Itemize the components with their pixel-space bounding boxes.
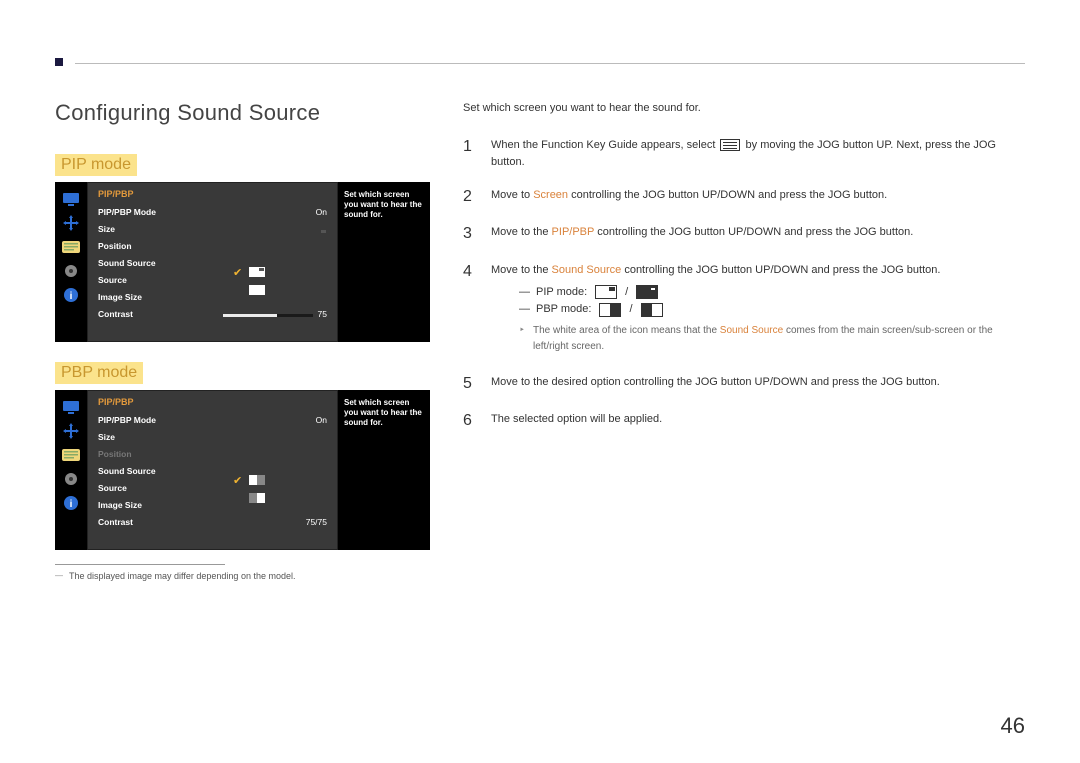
info-icon: i [61,286,81,304]
contrast-slider [223,314,313,317]
step-4: Move to the Sound Source controlling the… [491,259,1025,359]
pbp-left-icon [599,303,621,317]
step-1a: When the Function Key Guide appears, sel… [491,139,718,151]
osd-desc: Set which screen you want to hear the so… [338,390,430,550]
osd-row-imgsize: Image Size [98,292,142,302]
step-number: 2 [463,184,477,210]
monitor-icon [61,190,81,208]
info-icon: i [61,494,81,512]
page-number: 46 [1001,713,1025,739]
osd-desc: Set which screen you want to hear the so… [338,182,430,342]
pbp-right-icon [641,303,663,317]
move-icon [61,422,81,440]
step-number: 4 [463,259,477,285]
menu-icon [720,139,740,151]
note-a: The white area of the icon means that th… [533,325,720,336]
osd-row-sound: Sound Source [98,258,156,268]
pbp-mode-heading: PBP mode [55,362,143,384]
pip-mode-heading: PIP mode [55,154,137,176]
osd-row-source: Source [98,483,127,493]
pbp-mode-line: ― PBP mode: / [519,301,1025,319]
monitor-icon [61,398,81,416]
sound-right-icon [249,493,265,503]
check-icon: ✔ [233,474,243,487]
step-3a: Move to the [491,226,552,238]
pip-mode-line: ― PIP mode: / [519,284,1025,302]
step-number: 1 [463,134,477,160]
step-3b: controlling the JOG button UP/DOWN and p… [594,226,913,238]
osd-sidebar-icons: i [55,390,87,550]
contrast-value: 75/75 [306,517,327,527]
svg-text:i: i [70,499,73,510]
footnote-rule [55,564,225,565]
slash: / [625,284,628,302]
osd-row-position: Position [98,449,132,459]
contrast-value: 75 [318,309,327,319]
sound-options: ✔ ✔ [233,265,265,297]
note-soundsource: Sound Source [720,325,783,336]
check-icon: ✔ [233,266,243,279]
osd-row-position: Position [98,241,132,251]
osd-row-mode: PIP/PBP Mode [98,207,156,217]
sound-sub-icon [249,285,265,295]
step-6: The selected option will be applied. [491,408,1025,429]
osd-title: PIP/PBP [98,189,327,199]
footnote: The displayed image may differ depending… [55,571,435,581]
osd-row-imgsize: Image Size [98,500,142,510]
osd-row-sound: Sound Source [98,466,156,476]
header-accent [55,58,63,66]
osd-row-contrast: Contrast [98,517,133,527]
step-4b: controlling the JOG button UP/DOWN and p… [621,264,940,276]
step-1: When the Function Key Guide appears, sel… [491,134,1025,172]
svg-text:i: i [70,291,73,302]
osd-row-contrast: Contrast [98,309,133,319]
step-number: 5 [463,371,477,397]
gear-icon [61,262,81,280]
pippbp-keyword: PIP/PBP [552,226,595,238]
pip-sub-icon [636,285,658,299]
pip-main-icon [595,285,617,299]
soundsource-keyword: Sound Source [552,264,622,276]
osd-sidebar-icons: i [55,182,87,342]
step-5: Move to the desired option controlling t… [491,371,1025,392]
screen-keyword: Screen [533,189,568,201]
header-rule [75,63,1025,64]
slash: / [629,301,632,319]
note: The white area of the icon means that th… [519,323,1025,355]
bullet: ― [519,301,530,319]
list-icon [61,446,81,464]
osd-title: PIP/PBP [98,397,327,407]
intro-text: Set which screen you want to hear the so… [463,100,1025,118]
gear-icon [61,470,81,488]
bullet: ― [519,284,530,302]
pbp-mode-label: PBP mode: [536,301,591,319]
list-icon [61,238,81,256]
osd-row-mode-val: On [316,415,327,425]
sound-main-icon [249,267,265,277]
step-number: 3 [463,221,477,247]
move-icon [61,214,81,232]
osd-row-mode: PIP/PBP Mode [98,415,156,425]
osd-menu: PIP/PBP PIP/PBP Mode On Size Position Sou… [87,182,338,342]
step-2b: controlling the JOG button UP/DOWN and p… [568,189,887,201]
step-4a: Move to the [491,264,552,276]
osd-menu: PIP/PBP PIP/PBP Mode On Size Position Sou… [87,390,338,550]
step-2a: Move to [491,189,533,201]
osd-row-source: Source [98,275,127,285]
pip-mode-label: PIP mode: [536,284,587,302]
osd-pip: i PIP/PBP PIP/PBP Mode On Size Position S… [55,182,430,342]
sound-left-icon [249,475,265,485]
step-3: Move to the PIP/PBP controlling the JOG … [491,221,1025,242]
page-title: Configuring Sound Source [55,100,435,126]
osd-row-mode-val: On [316,207,327,217]
osd-row-size: Size [98,432,115,442]
step-number: 6 [463,408,477,434]
osd-pbp: i PIP/PBP PIP/PBP Mode On Size Position S… [55,390,430,550]
step-2: Move to Screen controlling the JOG butto… [491,184,1025,205]
osd-row-size: Size [98,224,115,234]
sound-options: ✔ ✔ [233,473,265,505]
